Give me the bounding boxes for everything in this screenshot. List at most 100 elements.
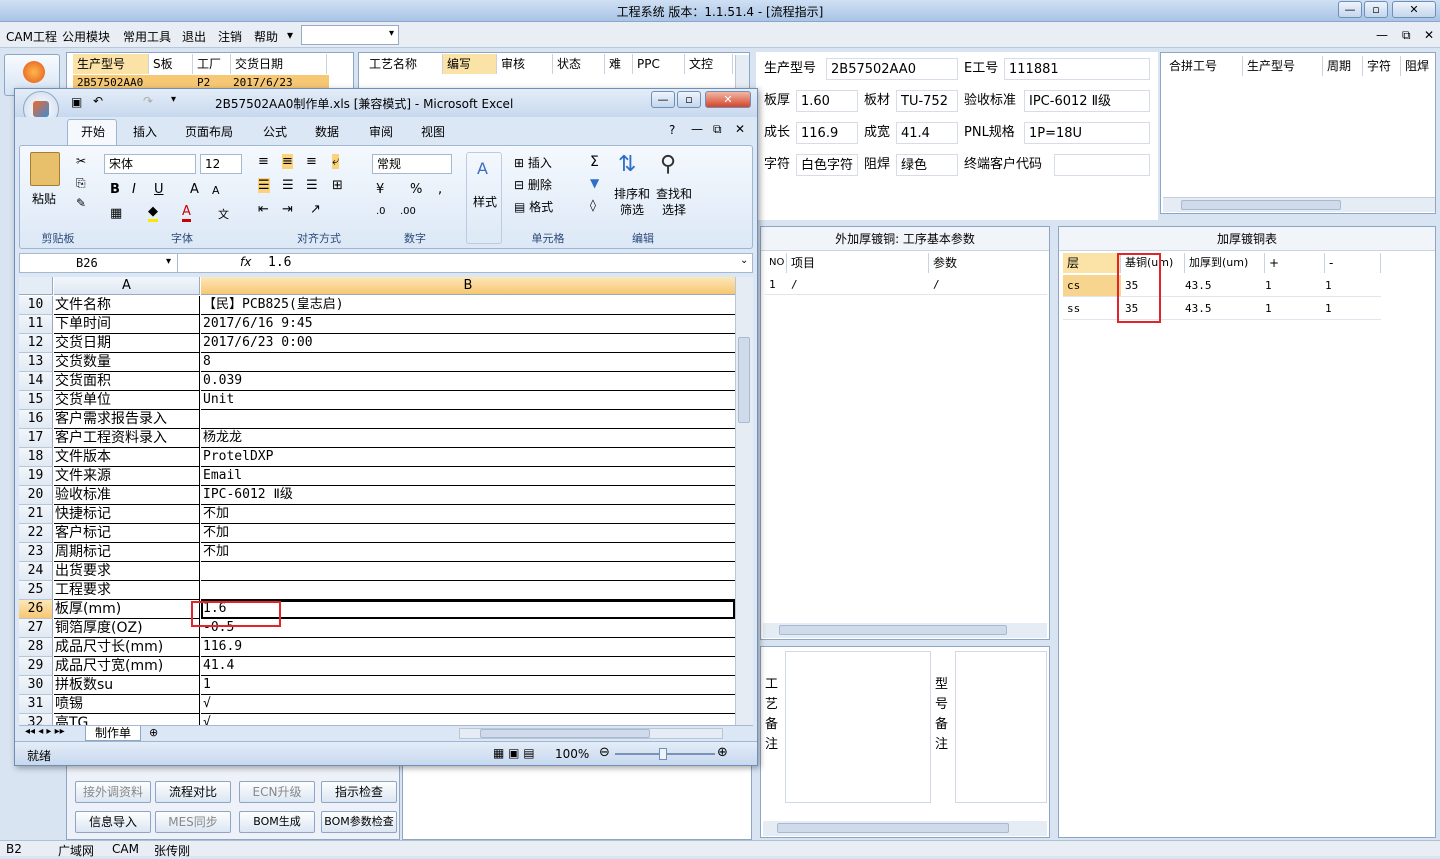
cell-a[interactable]: 板厚(mm) xyxy=(54,600,200,619)
cell-a[interactable]: 交货面积 xyxy=(54,372,200,391)
info-import-button[interactable]: 信息导入 xyxy=(75,811,151,833)
tab-page-layout[interactable]: 页面布局 xyxy=(185,123,233,140)
row-header[interactable]: 30 xyxy=(19,676,53,695)
cell-a[interactable]: 客户标记 xyxy=(54,524,200,543)
table-row[interactable]: 1 / / xyxy=(765,275,1047,295)
zoom-out-icon[interactable]: ⊖ xyxy=(599,745,610,760)
prod-model-field[interactable]: 2B57502AA0 xyxy=(826,58,958,80)
cell-b[interactable]: 2017/6/23 0:00 xyxy=(201,334,735,353)
row-header[interactable]: 32 xyxy=(19,714,53,725)
currency-icon[interactable]: ¥ xyxy=(376,182,384,197)
qat-dropdown-icon[interactable]: ▾ xyxy=(171,94,176,105)
align-center-icon[interactable]: ☰ xyxy=(282,178,294,193)
italic-button[interactable]: I xyxy=(132,182,136,197)
cell-b[interactable]: IPC-6012 Ⅱ级 xyxy=(201,486,735,505)
row-header[interactable]: 23 xyxy=(19,543,53,562)
col-header[interactable]: 难 xyxy=(605,54,633,74)
material-field[interactable]: TU-752 xyxy=(896,90,958,112)
increase-indent-icon[interactable]: ⇥ xyxy=(282,202,293,217)
font-size-select[interactable]: 12 xyxy=(200,154,242,174)
cell-b[interactable]: 1 xyxy=(201,676,735,695)
col-header[interactable]: 参数 xyxy=(929,253,1047,273)
col-header[interactable]: S板 xyxy=(149,54,193,74)
sort-filter-icon[interactable]: ⇅ xyxy=(618,152,636,177)
find-select-button[interactable]: 查找和 选择 xyxy=(656,186,692,218)
orientation-icon[interactable]: ↗ xyxy=(310,202,321,217)
row-header[interactable]: 28 xyxy=(19,638,53,657)
cut-icon[interactable]: ✂ xyxy=(76,154,86,168)
menu-help[interactable]: 帮助 xyxy=(254,28,278,45)
horizontal-scrollbar[interactable] xyxy=(459,728,723,739)
cell-b[interactable]: 116.9 xyxy=(201,638,735,657)
mdi-minimize-icon[interactable]: — xyxy=(1376,28,1388,42)
cell-a[interactable]: 客户需求报告录入 xyxy=(54,410,200,429)
cell-b[interactable]: 1.6 xyxy=(201,600,735,619)
cell-a[interactable]: 成品尺寸长(mm) xyxy=(54,638,200,657)
underline-button[interactable]: U xyxy=(154,182,164,197)
row-header[interactable]: 22 xyxy=(19,524,53,543)
thickness-field[interactable]: 1.60 xyxy=(796,90,858,112)
tab-review[interactable]: 审阅 xyxy=(369,123,393,140)
mes-sync-button[interactable]: MES同步 xyxy=(155,811,231,833)
mdi-restore-icon[interactable]: ⧉ xyxy=(1402,28,1411,43)
fill-icon[interactable]: ▼ xyxy=(590,176,599,190)
align-left-icon[interactable]: ☰ xyxy=(258,178,270,193)
cell-a[interactable]: 文件版本 xyxy=(54,448,200,467)
col-header[interactable]: 层 xyxy=(1063,253,1121,273)
cell-a[interactable]: 文件来源 xyxy=(54,467,200,486)
zoom-slider[interactable] xyxy=(615,748,715,760)
cell-b[interactable]: Email xyxy=(201,467,735,486)
taskbar-item[interactable]: 张传刚 xyxy=(154,842,190,859)
sheet-tab[interactable]: 制作单 xyxy=(85,726,141,741)
horizontal-scrollbar[interactable] xyxy=(1163,197,1435,212)
increase-decimal-icon[interactable]: .0 xyxy=(376,206,386,217)
clear-icon[interactable]: ◊ xyxy=(590,198,596,212)
row-header[interactable]: 19 xyxy=(19,467,53,486)
border-icon[interactable]: ▦ xyxy=(110,206,122,221)
vertical-scrollbar[interactable] xyxy=(735,277,753,725)
excel-close-button[interactable]: ✕ xyxy=(705,91,751,108)
find-select-icon[interactable]: ⚲ xyxy=(660,152,676,177)
cell-a[interactable]: 交货数量 xyxy=(54,353,200,372)
excel-minimize-button[interactable]: — xyxy=(651,91,675,108)
row-header[interactable]: 14 xyxy=(19,372,53,391)
row-header[interactable]: 15 xyxy=(19,391,53,410)
tab-view[interactable]: 视图 xyxy=(421,123,445,140)
cell-a[interactable]: 高TG xyxy=(54,714,200,725)
col-header[interactable]: 生产型号 xyxy=(1243,56,1323,76)
cell-a[interactable]: 文件名称 xyxy=(54,296,200,315)
percent-button[interactable]: % xyxy=(410,182,422,197)
row-header[interactable]: 31 xyxy=(19,695,53,714)
column-header-b[interactable]: B xyxy=(201,277,735,295)
model-note-textarea[interactable] xyxy=(955,651,1047,803)
col-header[interactable]: 审核 xyxy=(497,54,553,74)
styles-button[interactable]: A 样式 xyxy=(466,152,502,244)
scroll-thumb[interactable] xyxy=(738,337,750,423)
col-header[interactable]: 项目 xyxy=(787,253,929,273)
cell-b[interactable]: ProtelDXP xyxy=(201,448,735,467)
width-field[interactable]: 41.4 xyxy=(896,122,958,144)
help-icon[interactable]: ? xyxy=(669,123,675,137)
row-header[interactable]: 25 xyxy=(19,581,53,600)
font-name-select[interactable]: 宋体 xyxy=(104,154,196,174)
save-icon[interactable]: ▣ xyxy=(71,95,82,109)
fill-color-icon[interactable]: ◆ xyxy=(148,204,158,222)
cell-a[interactable]: 下单时间 xyxy=(54,315,200,334)
row-header[interactable]: 18 xyxy=(19,448,53,467)
paste-button[interactable]: 粘贴 xyxy=(32,190,56,207)
formula-input[interactable]: 1.6 xyxy=(268,254,736,272)
ribbon-close-icon[interactable]: ✕ xyxy=(735,122,745,136)
table-row[interactable]: 2B57502AA0 P2 2017/6/23 xyxy=(73,75,329,89)
cell-b[interactable]: 不加 xyxy=(201,524,735,543)
row-header[interactable]: 26 xyxy=(19,600,53,619)
align-middle-icon[interactable]: ≡ xyxy=(282,154,293,169)
copy-icon[interactable]: ⎘ xyxy=(76,176,86,191)
comma-button[interactable]: , xyxy=(438,182,442,197)
col-header[interactable]: 工厂 xyxy=(193,54,231,74)
wrap-text-icon[interactable]: ⤶ xyxy=(332,154,340,169)
cell-b[interactable] xyxy=(201,410,735,429)
view-normal-icon[interactable]: ▦ ▣ ▤ xyxy=(493,746,535,760)
cell-b[interactable]: 不加 xyxy=(201,505,735,524)
merge-cells-icon[interactable]: ⊞ xyxy=(332,178,343,193)
menu-tools[interactable]: 常用工具 xyxy=(123,28,171,45)
